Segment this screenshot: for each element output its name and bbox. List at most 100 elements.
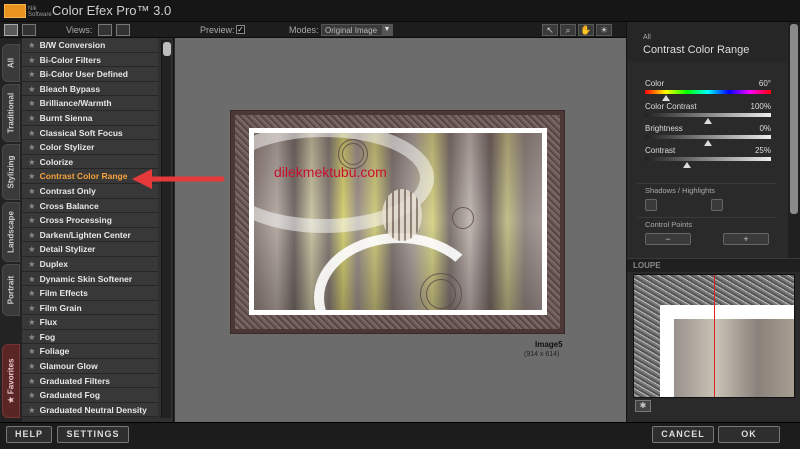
- star-icon[interactable]: ★: [28, 288, 36, 298]
- star-icon[interactable]: ★: [28, 259, 36, 269]
- filter-item[interactable]: ★ Flux: [22, 315, 158, 330]
- filter-item[interactable]: ★ Color Stylizer: [22, 140, 158, 155]
- star-icon[interactable]: ★: [28, 201, 36, 211]
- preview-image[interactable]: dilekmektubu.com: [249, 128, 547, 315]
- filter-item[interactable]: ★ B/W Conversion: [22, 38, 158, 53]
- param-value-color-contrast: 100%: [750, 102, 771, 111]
- tab-all[interactable]: All: [2, 44, 20, 82]
- star-icon[interactable]: ★: [28, 244, 36, 254]
- cancel-button[interactable]: CANCEL: [652, 426, 714, 443]
- control-points-label[interactable]: Control Points: [645, 220, 692, 229]
- star-icon[interactable]: ★: [28, 113, 36, 123]
- filter-list: ★ B/W Conversion ★ Bi-Color Filters ★ Bi-Colo…: [22, 38, 174, 422]
- ok-button[interactable]: OK: [718, 426, 780, 443]
- light-tool-icon[interactable]: ☀: [596, 24, 612, 36]
- filter-item[interactable]: ★ Foliage: [22, 344, 158, 360]
- pin-icon[interactable]: ✱: [635, 400, 651, 412]
- loupe-label: LOUPE: [633, 261, 661, 270]
- loupe-view[interactable]: [633, 274, 795, 398]
- slider-knob[interactable]: [662, 95, 671, 101]
- tab-traditional[interactable]: Traditional: [2, 84, 20, 142]
- star-icon[interactable]: ★: [28, 40, 36, 50]
- filter-item[interactable]: ★ Dynamic Skin Softener: [22, 271, 158, 287]
- filter-item[interactable]: ★ Graduated Filters: [22, 373, 158, 389]
- app-title: Color Efex Pro™ 3.0: [52, 3, 172, 18]
- arrow-tool-icon[interactable]: ↖: [542, 24, 558, 36]
- star-icon[interactable]: ★: [28, 186, 36, 196]
- filter-item[interactable]: ★ Bi-Color User Defined: [22, 67, 158, 82]
- star-icon[interactable]: ★: [28, 55, 36, 65]
- star-icon[interactable]: ★: [28, 303, 36, 313]
- tab-stylizing[interactable]: Stylizing: [2, 144, 20, 200]
- filter-item[interactable]: ★ Film Effects: [22, 286, 158, 301]
- slider-knob[interactable]: [704, 118, 712, 124]
- star-icon[interactable]: ★: [28, 215, 36, 225]
- zoom-tool-icon[interactable]: ⌕: [560, 24, 576, 36]
- star-icon[interactable]: ★: [28, 69, 36, 79]
- filter-item[interactable]: ★ Graduated Fog: [22, 388, 158, 403]
- star-icon[interactable]: ★: [28, 390, 36, 400]
- highlights-swatch[interactable]: [711, 199, 723, 211]
- image-balloon: [382, 189, 422, 241]
- single-view-button[interactable]: [4, 24, 18, 36]
- filter-item[interactable]: ★ Bi-Color Filters: [22, 52, 158, 68]
- filter-item[interactable]: ★ Duplex: [22, 256, 158, 272]
- filter-item[interactable]: ★ Cross Balance: [22, 198, 158, 214]
- star-icon[interactable]: ★: [28, 128, 36, 138]
- filter-item[interactable]: ★ Classical Soft Focus: [22, 125, 158, 141]
- star-icon[interactable]: ★: [28, 142, 36, 152]
- split-view-button[interactable]: [22, 24, 36, 36]
- star-icon[interactable]: ★: [28, 332, 36, 342]
- tab-portrait[interactable]: Portrait: [2, 264, 20, 316]
- star-icon[interactable]: ★: [28, 376, 36, 386]
- view-mode-b-button[interactable]: [116, 24, 130, 36]
- param-value-brightness: 0%: [759, 124, 771, 133]
- filter-item[interactable]: ★ Graduated Neutral Density: [22, 402, 158, 418]
- star-icon[interactable]: ★: [28, 361, 36, 371]
- filter-item[interactable]: ★ Detail Stylizer: [22, 242, 158, 257]
- star-icon[interactable]: ★: [28, 405, 36, 415]
- star-icon[interactable]: ★: [28, 171, 36, 181]
- loupe-image: [674, 319, 794, 397]
- tab-favorites[interactable]: ★ Favorites: [2, 344, 20, 418]
- shadows-highlights-label[interactable]: Shadows / Highlights: [645, 186, 715, 195]
- panel-scrollbar[interactable]: [788, 22, 800, 258]
- loupe-header[interactable]: LOUPE: [627, 258, 800, 272]
- loupe-crosshair: [714, 275, 715, 397]
- star-icon[interactable]: ★: [28, 98, 36, 108]
- filter-item[interactable]: ★ Fog: [22, 329, 158, 345]
- filter-item[interactable]: ★ Glamour Glow: [22, 359, 158, 374]
- filter-item[interactable]: ★ Bleach Bypass: [22, 81, 158, 97]
- filter-item[interactable]: ★ Film Grain: [22, 300, 158, 316]
- filter-list-scroll-thumb[interactable]: [163, 42, 171, 56]
- filter-item[interactable]: ★ Darken/Lighten Center: [22, 227, 158, 243]
- view-mode-a-button[interactable]: [98, 24, 112, 36]
- tab-landscape[interactable]: Landscape: [2, 202, 20, 262]
- filter-list-scrollbar[interactable]: [161, 40, 171, 418]
- shadows-swatch[interactable]: [645, 199, 657, 211]
- filter-item[interactable]: ★ Brilliance/Warmth: [22, 96, 158, 111]
- slider-knob[interactable]: [704, 140, 712, 146]
- star-icon[interactable]: ★: [28, 84, 36, 94]
- remove-control-point-button[interactable]: −: [645, 233, 691, 245]
- star-icon[interactable]: ★: [28, 230, 36, 240]
- preview-checkbox[interactable]: ✓: [236, 25, 245, 34]
- star-icon[interactable]: ★: [28, 157, 36, 167]
- filter-item[interactable]: ★ Cross Processing: [22, 213, 158, 228]
- star-icon[interactable]: ★: [28, 317, 36, 327]
- settings-button[interactable]: SETTINGS: [57, 426, 129, 443]
- contrast-slider[interactable]: [645, 157, 771, 168]
- image-size: (914 x 614): [524, 351, 560, 358]
- add-control-point-button[interactable]: +: [723, 233, 769, 245]
- filter-item[interactable]: ★ Burnt Sienna: [22, 110, 158, 126]
- help-button[interactable]: HELP: [6, 426, 52, 443]
- modes-select[interactable]: Original Image ▼: [321, 24, 393, 36]
- star-icon[interactable]: ★: [28, 346, 36, 356]
- star-icon[interactable]: ★: [28, 274, 36, 284]
- panel-scroll-thumb[interactable]: [790, 24, 798, 214]
- hand-tool-icon[interactable]: ✋: [578, 24, 594, 36]
- brightness-slider[interactable]: [645, 135, 771, 146]
- color-contrast-slider[interactable]: [645, 113, 771, 124]
- slider-knob[interactable]: [682, 162, 691, 168]
- color-slider[interactable]: [645, 90, 771, 101]
